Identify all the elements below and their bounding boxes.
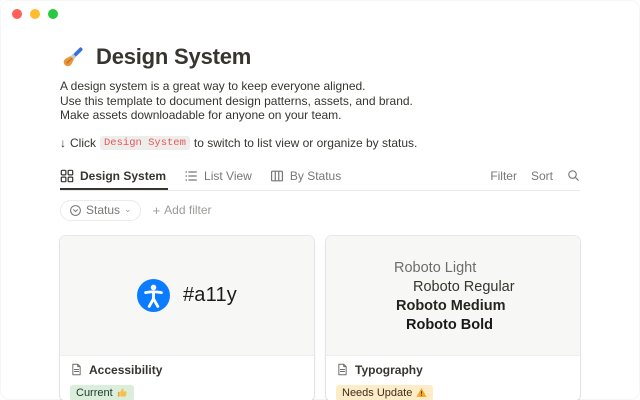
- add-filter-label: Add filter: [164, 203, 211, 217]
- down-arrow-icon: ↓: [60, 136, 66, 150]
- card-body: Typography Needs Update: [326, 356, 580, 400]
- plus-icon: +: [153, 203, 161, 218]
- callout-post-text: to switch to list view or organize by st…: [194, 136, 417, 150]
- cover-text: #a11y: [183, 284, 237, 307]
- tab-label: By Status: [290, 169, 341, 183]
- filter-bar: Status ⌄ + Add filter: [60, 200, 580, 221]
- font-sample-regular: Roboto Regular: [413, 278, 580, 297]
- badge-label: Current: [76, 386, 113, 400]
- list-view-icon: [184, 169, 198, 183]
- thumbs-up-icon: [117, 387, 128, 398]
- page-document-icon: [336, 363, 349, 376]
- add-filter-button[interactable]: + Add filter: [153, 203, 212, 218]
- filter-button[interactable]: Filter: [490, 169, 517, 183]
- tab-by-status[interactable]: By Status: [270, 165, 343, 190]
- card-title-row: Typography: [336, 363, 570, 377]
- paintbrush-icon: [60, 44, 86, 70]
- gallery-view: #a11y Accessibility Current: [60, 236, 580, 400]
- card-cover: #a11y: [60, 236, 314, 356]
- zoom-window-button[interactable]: [48, 9, 58, 19]
- card-cover: Roboto Light Roboto Regular Roboto Mediu…: [326, 236, 580, 356]
- status-filter-label: Status: [86, 203, 120, 217]
- page-description: A design system is a great way to keep e…: [60, 79, 580, 123]
- status-filter-pill[interactable]: Status ⌄: [60, 200, 141, 221]
- description-line: A design system is a great way to keep e…: [60, 79, 580, 94]
- minimize-window-button[interactable]: [30, 9, 40, 19]
- card-title: Typography: [355, 363, 423, 377]
- card-body: Accessibility Current: [60, 356, 314, 400]
- view-tab-bar: Design System List View By Status: [60, 165, 580, 191]
- window-titlebar: [0, 0, 640, 28]
- page-document-icon: [70, 363, 83, 376]
- gallery-view-icon: [60, 169, 74, 183]
- page-title: Design System: [96, 44, 251, 70]
- tab-list-view[interactable]: List View: [184, 165, 254, 190]
- callout-pre-text: Click: [70, 136, 96, 150]
- search-icon[interactable]: [567, 169, 580, 182]
- page-content: Design System A design system is a great…: [0, 44, 640, 400]
- board-view-icon: [270, 169, 284, 183]
- font-sample-medium: Roboto Medium: [396, 297, 580, 316]
- warning-icon: [416, 387, 427, 398]
- badge-row: Current: [70, 383, 304, 400]
- status-property-icon: [69, 204, 82, 217]
- accessibility-icon: [137, 279, 170, 312]
- hint-callout: ↓ Click Design System to switch to list …: [60, 136, 580, 150]
- font-sample-bold: Roboto Bold: [406, 316, 580, 335]
- tab-design-system[interactable]: Design System: [60, 165, 168, 190]
- view-actions: Filter Sort: [490, 169, 580, 190]
- chevron-down-icon: ⌄: [124, 204, 132, 215]
- close-window-button[interactable]: [12, 9, 22, 19]
- inline-code-design-system: Design System: [100, 136, 190, 150]
- tab-label: Design System: [80, 169, 166, 183]
- card-title: Accessibility: [89, 363, 162, 377]
- tab-label: List View: [204, 169, 252, 183]
- status-badge-current: Current: [70, 385, 134, 400]
- card-typography[interactable]: Roboto Light Roboto Regular Roboto Mediu…: [326, 236, 580, 400]
- description-line: Make assets downloadable for anyone on y…: [60, 108, 580, 123]
- status-badge-needs-update: Needs Update: [336, 385, 433, 400]
- traffic-lights: [12, 9, 58, 19]
- description-line: Use this template to document design pat…: [60, 94, 580, 109]
- card-title-row: Accessibility: [70, 363, 304, 377]
- notion-window: Design System A design system is a great…: [0, 0, 640, 400]
- page-title-row: Design System: [60, 44, 580, 70]
- font-sample-light: Roboto Light: [394, 259, 580, 278]
- badge-label: Needs Update: [342, 386, 412, 400]
- card-accessibility[interactable]: #a11y Accessibility Current: [60, 236, 314, 400]
- badge-row: Needs Update: [336, 383, 570, 400]
- sort-button[interactable]: Sort: [531, 169, 553, 183]
